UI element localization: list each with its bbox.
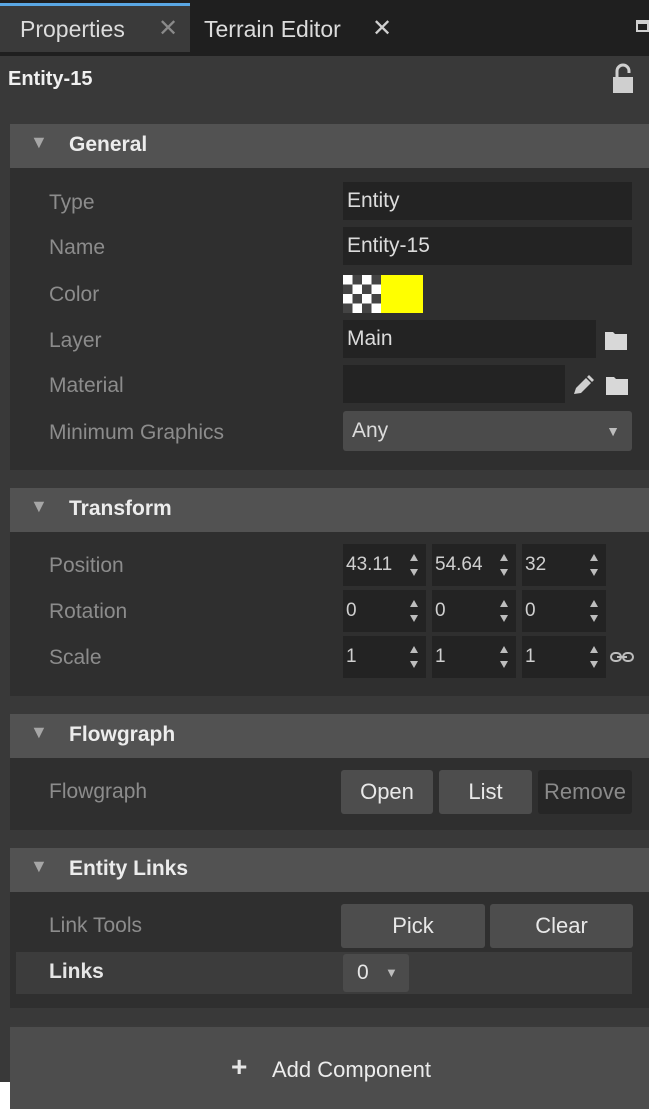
section-entity-links: ▼ Entity Links Link Tools Pick Clear Lin…: [10, 848, 649, 1008]
position-label: Position: [49, 554, 124, 577]
spinner-arrows-icon[interactable]: [498, 642, 510, 672]
close-icon[interactable]: ✕: [372, 6, 392, 52]
tab-label: Properties: [20, 16, 125, 42]
links-count-dropdown[interactable]: 0 ▼: [343, 954, 409, 992]
flowgraph-label: Flowgraph: [49, 780, 148, 803]
links-row: [16, 952, 632, 994]
chevron-down-icon: ▼: [30, 856, 48, 876]
type-field: Entity: [343, 182, 632, 220]
open-button[interactable]: Open: [341, 770, 433, 814]
rotation-label: Rotation: [49, 600, 128, 623]
list-button[interactable]: List: [439, 770, 532, 814]
select-value: Any: [352, 419, 389, 442]
value: 43.11: [346, 554, 393, 575]
section-header[interactable]: ▼ Flowgraph: [10, 714, 649, 758]
section-header[interactable]: ▼ Entity Links: [10, 848, 649, 892]
folder-icon[interactable]: [605, 330, 627, 350]
unlock-icon[interactable]: [612, 63, 634, 95]
spinner-arrows-icon[interactable]: [498, 596, 510, 626]
spinner-arrows-icon[interactable]: [498, 550, 510, 580]
minimum-graphics-label: Minimum Graphics: [49, 421, 225, 444]
rotation-z-input[interactable]: 0: [522, 590, 606, 632]
value: 1: [346, 646, 357, 667]
tab-properties[interactable]: Properties ✕: [0, 3, 190, 52]
spinner-arrows-icon[interactable]: [408, 596, 420, 626]
tab-label: Terrain Editor: [204, 16, 341, 42]
value: 1: [435, 646, 446, 667]
spinner-arrows-icon[interactable]: [588, 596, 600, 626]
section-title: Entity Links: [69, 857, 189, 880]
tab-terrain-editor[interactable]: Terrain Editor ✕: [190, 6, 410, 52]
spinner-arrows-icon[interactable]: [588, 550, 600, 580]
value: 0: [346, 600, 357, 621]
minimum-graphics-select[interactable]: Any ▼: [343, 411, 632, 451]
spinner-arrows-icon[interactable]: [408, 642, 420, 672]
material-label: Material: [49, 374, 124, 397]
caret-down-icon: ▼: [385, 965, 398, 980]
pencil-icon[interactable]: [572, 374, 596, 396]
entity-name: Entity-15: [8, 68, 93, 90]
scale-label: Scale: [49, 646, 102, 669]
properties-panel: Properties ✕ Terrain Editor ✕ Entity-15 …: [0, 0, 649, 1109]
spinner-arrows-icon[interactable]: [588, 642, 600, 672]
name-input[interactable]: Entity-15: [343, 227, 632, 265]
spinner-arrows-icon[interactable]: [408, 550, 420, 580]
add-component-button[interactable]: + Add Component: [10, 1025, 649, 1109]
alpha-checker: [343, 275, 381, 313]
position-z-input[interactable]: 32: [522, 544, 606, 586]
type-label: Type: [49, 191, 95, 214]
tab-bar: Properties ✕ Terrain Editor ✕: [0, 0, 649, 56]
section-general: ▼ General Type Entity Name Entity-15 Col…: [10, 124, 649, 470]
chevron-down-icon: ▼: [30, 496, 48, 516]
position-y-input[interactable]: 54.64: [432, 544, 516, 586]
color-swatch[interactable]: [343, 275, 423, 313]
clear-button[interactable]: Clear: [490, 904, 633, 948]
value: 0: [525, 600, 536, 621]
layer-field[interactable]: Main: [343, 320, 596, 358]
section-title: General: [69, 133, 148, 156]
scale-x-input[interactable]: 1: [343, 636, 426, 678]
value: 1: [525, 646, 536, 667]
chain-link-icon[interactable]: [610, 650, 634, 664]
folder-icon[interactable]: [606, 375, 628, 395]
pick-button[interactable]: Pick: [341, 904, 485, 948]
maximize-icon[interactable]: [636, 20, 649, 32]
left-gutter: [0, 112, 10, 1024]
section-header[interactable]: ▼ General: [10, 124, 649, 168]
close-icon[interactable]: ✕: [158, 6, 178, 52]
section-flowgraph: ▼ Flowgraph Flowgraph Open List Remove: [10, 714, 649, 830]
color-fill: [381, 275, 423, 313]
section-title: Transform: [69, 497, 172, 520]
link-tools-label: Link Tools: [49, 914, 143, 937]
links-count: 0: [357, 961, 369, 984]
rotation-x-input[interactable]: 0: [343, 590, 426, 632]
color-label: Color: [49, 283, 100, 306]
remove-button[interactable]: Remove: [538, 770, 632, 814]
name-label: Name: [49, 236, 106, 259]
section-title: Flowgraph: [69, 723, 176, 746]
rotation-y-input[interactable]: 0: [432, 590, 516, 632]
chevron-down-icon: ▼: [30, 132, 48, 152]
section-transform: ▼ Transform Position 43.11 54.64 32 Rota…: [10, 488, 649, 696]
position-x-input[interactable]: 43.11: [343, 544, 426, 586]
caret-down-icon: ▼: [606, 423, 620, 439]
value: 32: [525, 554, 547, 575]
layer-label: Layer: [49, 329, 102, 352]
section-header[interactable]: ▼ Transform: [10, 488, 649, 532]
material-field[interactable]: [343, 365, 565, 403]
add-component-label: Add Component: [272, 1057, 431, 1082]
links-label: Links: [49, 960, 104, 983]
value: 0: [435, 600, 446, 621]
plus-icon: +: [231, 1051, 248, 1082]
scale-y-input[interactable]: 1: [432, 636, 516, 678]
chevron-down-icon: ▼: [30, 722, 48, 742]
scale-z-input[interactable]: 1: [522, 636, 606, 678]
value: 54.64: [435, 554, 483, 575]
